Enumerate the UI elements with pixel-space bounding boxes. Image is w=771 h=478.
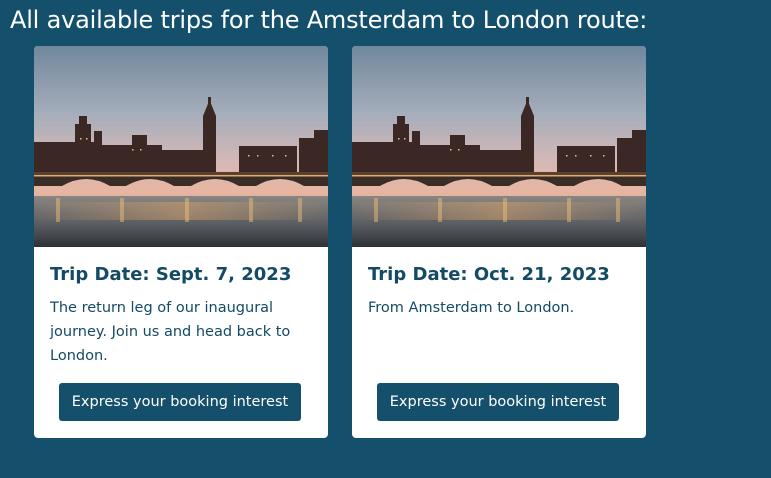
- express-booking-interest-button[interactable]: Express your booking interest: [377, 383, 619, 421]
- page-title: All available trips for the Amsterdam to…: [10, 6, 648, 34]
- trip-image: [34, 46, 328, 247]
- trip-card: Trip Date: Oct. 21, 2023 From Amsterdam …: [352, 46, 646, 438]
- trip-image: [352, 46, 646, 247]
- express-booking-interest-button[interactable]: Express your booking interest: [59, 383, 301, 421]
- trip-description: From Amsterdam to London.: [368, 300, 575, 316]
- trip-card: Trip Date: Sept. 7, 2023 The return leg …: [34, 46, 328, 438]
- trip-date: Trip Date: Sept. 7, 2023: [50, 264, 292, 285]
- trip-date: Trip Date: Oct. 21, 2023: [368, 264, 610, 285]
- trip-description: The return leg of our inaugural journey.…: [50, 300, 291, 364]
